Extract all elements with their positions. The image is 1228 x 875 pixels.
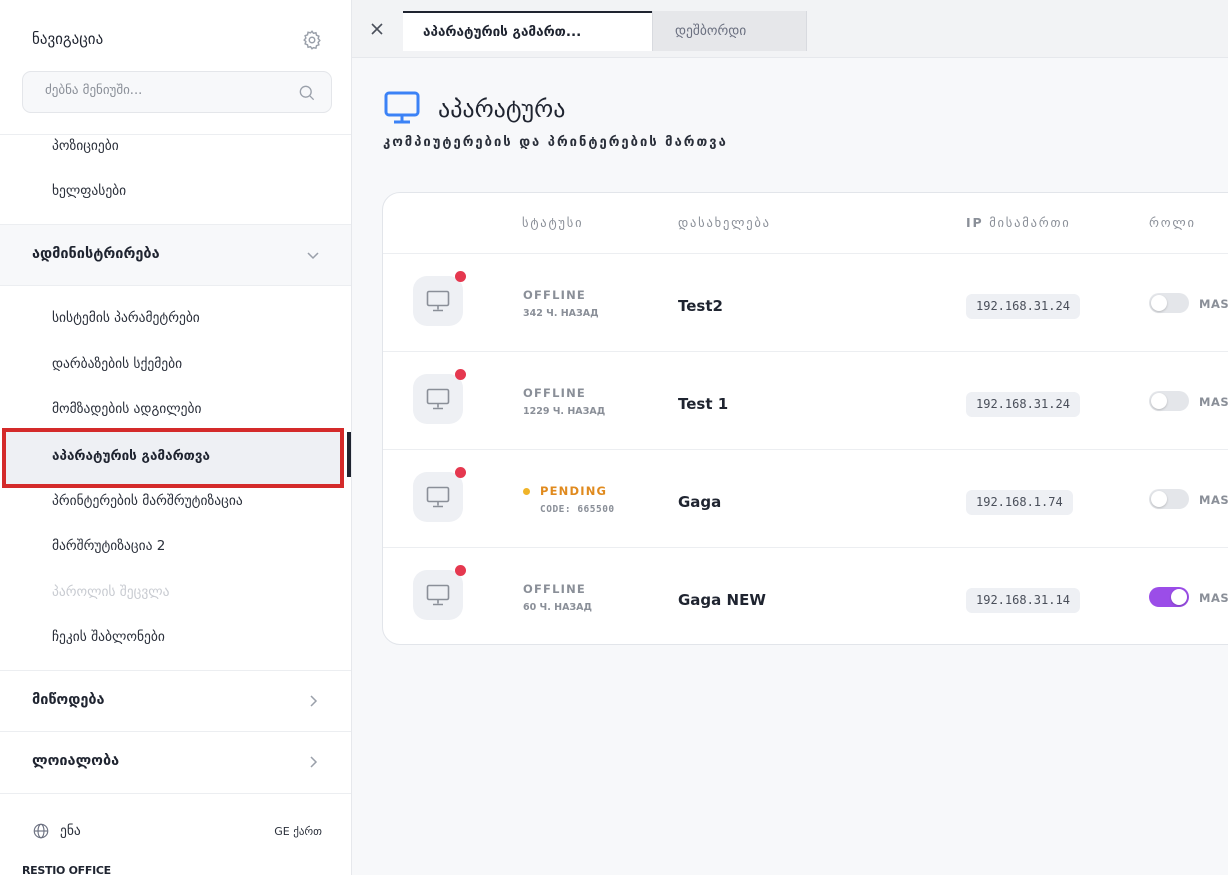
status-text: OFFLINE [523,288,586,302]
active-indicator [347,432,351,477]
role-label: MAST [1199,591,1228,605]
table-row[interactable]: OFFLINE 342 Ч. НАЗАД Test2 192.168.31.24… [383,253,1228,351]
sidebar-item-hardware-setup[interactable]: აპარატურის გამართვა [6,432,342,484]
sidebar-item-prep-places[interactable]: მომზადების ადგილები [52,401,201,417]
sidebar-group-delivery[interactable]: მიწოდება [0,671,351,731]
sidebar-item-salaries[interactable]: ხელფასები [52,183,126,199]
search-input[interactable] [45,83,285,98]
sidebar-group-loyalty[interactable]: ლოიალობა [0,732,351,792]
brand-label: RESTIO OFFICE [22,864,111,875]
page-title: აპარატურა [438,95,566,123]
chevron-down-icon [307,252,319,260]
tab-bar: აპარატურის გამართ... დეშბორდი [352,0,1228,58]
ip-prefix: IP [966,215,984,230]
status-text: OFFLINE [523,386,586,400]
sidebar-item-positions[interactable]: პოზიციები [52,138,119,154]
tab-label: აპარატურის გამართ... [423,24,582,40]
role-toggle[interactable] [1149,587,1189,607]
globe-icon [33,823,49,839]
pairing-code: CODE: 665500 [540,504,615,515]
last-seen: 60 Ч. НАЗАД [523,602,592,613]
device-name: Test2 [678,297,723,315]
ip-rest: მისამართი [983,215,1071,230]
menu-search[interactable] [22,71,332,113]
pending-dot [523,488,530,495]
ip-address: 192.168.31.24 [966,392,1080,417]
main-content: აპარატურის გამართ... დეშბორდი აპარატურა … [352,0,1228,875]
sidebar-item-system-settings[interactable]: სისტემის პარამეტრები [52,310,200,326]
tab-label: დეშბორდი [675,23,747,39]
language-switcher[interactable]: ენა GE ქართ [32,822,332,842]
device-icon [413,472,463,522]
toggle-knob [1151,491,1167,507]
sidebar-item-receipt-templates[interactable]: ჩეკის შაბლონები [52,629,165,645]
sidebar-item-change-password[interactable]: პაროლის შეცვლა [52,584,169,600]
column-header-role: როლი [1149,215,1196,230]
table-row[interactable]: PENDING CODE: 665500 Gaga 192.168.1.74 M… [383,449,1228,547]
gear-icon[interactable] [301,29,323,51]
role-toggle[interactable] [1149,489,1189,509]
table-row[interactable]: OFFLINE 1229 Ч. НАЗАД Test 1 192.168.31.… [383,351,1228,449]
device-icon [413,276,463,326]
divider [0,134,351,135]
group-label: ლოიალობა [32,753,120,769]
toggle-knob [1151,393,1167,409]
status-dot [455,467,466,478]
status-dot [455,369,466,380]
table-row[interactable]: OFFLINE 60 Ч. НАЗАД Gaga NEW 192.168.31.… [383,547,1228,645]
sidebar-item-printer-routing[interactable]: პრინტერების მარშრუტიზაცია [52,493,243,509]
monitor-icon [426,584,450,606]
sidebar-item-hall-schemes[interactable]: დარბაზების სქემები [52,356,182,372]
device-name: Test 1 [678,395,729,413]
column-header-ip: IP მისამართი [966,215,1071,230]
status-dot [455,271,466,282]
tab-dashboard[interactable]: დეშბორდი [652,11,807,51]
ip-address: 192.168.31.24 [966,294,1080,319]
sidebar-item-routing-2[interactable]: მარშრუტიზაცია 2 [52,538,165,554]
language-value[interactable]: GE ქართ [274,825,322,838]
sidebar-item-label: აპარატურის გამართვა [52,448,210,464]
role-toggle[interactable] [1149,391,1189,411]
divider [0,793,351,794]
chevron-right-icon [310,695,318,707]
toggle-knob [1171,589,1187,605]
group-label: ადმინისტრირება [32,246,160,262]
page-subtitle: კომპიუტერების და პრინტერების მართვა [383,135,728,150]
monitor-icon [426,290,450,312]
group-label: მიწოდება [32,692,105,708]
role-label: MAST [1199,493,1228,507]
device-name: Gaga [678,493,722,511]
last-seen: 1229 Ч. НАЗАД [523,406,606,417]
status-dot [455,565,466,576]
language-label: ენა [60,823,81,839]
sidebar-title: ნავიგაცია [32,30,104,48]
monitor-icon [426,388,450,410]
devices-table: სტატუსი დასახელება IP მისამართი როლი OFF… [382,192,1228,645]
status-text: PENDING [540,484,608,498]
toggle-knob [1151,295,1167,311]
device-icon [413,374,463,424]
close-icon[interactable] [368,20,386,38]
device-name: Gaga NEW [678,591,766,609]
column-header-name: დასახელება [678,215,771,230]
monitor-icon [384,91,420,124]
column-header-status: სტატუსი [522,215,584,230]
role-label: MAST [1199,395,1228,409]
search-icon [299,85,315,101]
last-seen: 342 Ч. НАЗАД [523,308,599,319]
monitor-icon [426,486,450,508]
divider [0,285,351,286]
role-toggle[interactable] [1149,293,1189,313]
chevron-right-icon [310,756,318,768]
ip-address: 192.168.31.14 [966,588,1080,613]
tab-hardware-setup[interactable]: აპარატურის გამართ... [403,11,652,51]
sidebar-group-administration[interactable]: ადმინისტრირება [0,225,351,285]
role-label: MAST [1199,297,1228,311]
device-icon [413,570,463,620]
ip-address: 192.168.1.74 [966,490,1073,515]
status-text: OFFLINE [523,582,586,596]
sidebar: ნავიგაცია პოზიციები ხელფასები ადმინისტრი… [0,0,352,875]
